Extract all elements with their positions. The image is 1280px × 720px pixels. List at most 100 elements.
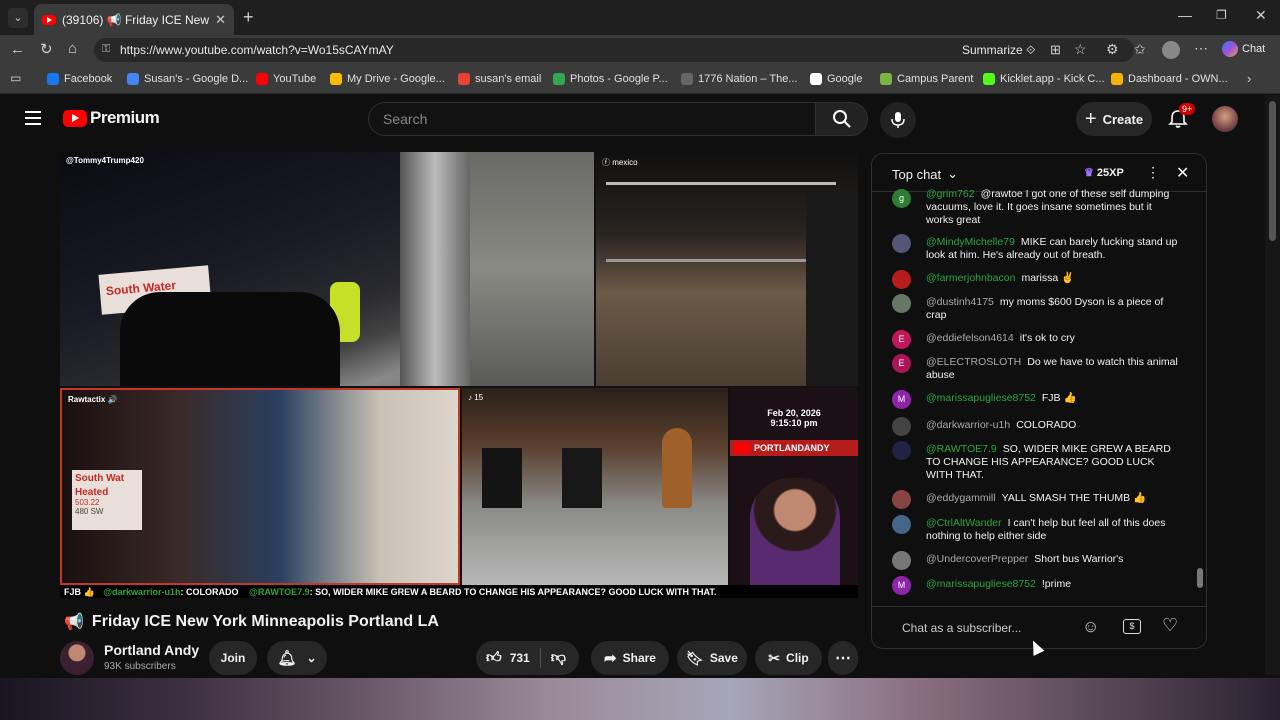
- minimize-icon[interactable]: —: [1178, 7, 1192, 23]
- reload-icon[interactable]: ↻: [40, 40, 53, 58]
- profile-avatar[interactable]: [1162, 41, 1180, 59]
- chat-author[interactable]: @eddiefelson4614: [926, 332, 1014, 344]
- avatar: M: [892, 576, 911, 595]
- overlay-datetime: Feb 20, 2026 9:15:10 pm: [767, 408, 821, 428]
- bookmark-6[interactable]: 1776 Nation – The...: [681, 73, 797, 85]
- apps-icon[interactable]: ⊞: [1050, 42, 1061, 58]
- bystanders: [562, 448, 602, 508]
- chevron-down-icon: ⌄: [306, 651, 317, 665]
- video-panel-tiktok: ♪ 15: [462, 388, 728, 585]
- bookmark-7[interactable]: Google: [810, 73, 862, 85]
- blurred-pole: [400, 152, 470, 386]
- chat-author[interactable]: @eddygammill: [926, 492, 996, 504]
- page-scrollbar[interactable]: [1265, 95, 1280, 675]
- xp-badge[interactable]: ♛ 25XP: [1084, 166, 1124, 180]
- avatar: [892, 270, 911, 289]
- site-info-icon[interactable]: ⚿: [102, 43, 110, 56]
- chat-text: COLORADO: [1016, 419, 1077, 431]
- home-icon[interactable]: ⌂: [68, 40, 77, 57]
- desktop-wallpaper: [0, 678, 1280, 720]
- channel-name[interactable]: Portland Andy: [104, 642, 199, 658]
- tab-youtube[interactable]: (39106) 📢 Friday ICE New Yo ✕: [34, 4, 234, 35]
- microphone-icon: [891, 112, 905, 128]
- hamburger-menu-icon[interactable]: [25, 111, 41, 125]
- dislike-button[interactable]: 👎︎: [551, 649, 566, 667]
- bookmark-favicon-icon: [330, 73, 342, 85]
- tab-list-icon[interactable]: ⌄: [8, 8, 28, 28]
- page-scroll-thumb[interactable]: [1269, 101, 1276, 241]
- account-avatar[interactable]: [1212, 106, 1238, 132]
- save-button[interactable]: 🔖︎ Save: [677, 641, 747, 675]
- bookmark-9[interactable]: Kicklet.app - Kick C...: [983, 73, 1105, 85]
- clip-button[interactable]: ✂ Clip: [755, 641, 822, 675]
- bookmark-favicon-icon: [880, 73, 892, 85]
- close-tab-icon[interactable]: ✕: [215, 12, 226, 28]
- more-menu-icon[interactable]: ⋯: [1194, 40, 1208, 57]
- search-button[interactable]: [816, 102, 868, 136]
- youtube-logo[interactable]: Premium: [63, 108, 160, 128]
- favorite-star-icon[interactable]: ☆: [1074, 41, 1087, 58]
- chat-author[interactable]: @MindyMichelle79: [926, 236, 1015, 248]
- bookmark-2[interactable]: YouTube: [256, 73, 316, 85]
- maximize-icon[interactable]: ❐: [1216, 8, 1227, 22]
- join-button[interactable]: Join: [209, 641, 257, 675]
- chat-author[interactable]: @marissapugliese8752: [926, 392, 1036, 404]
- chat-text: FJB 👍: [1041, 392, 1077, 404]
- audio-icon: 🔊: [107, 395, 118, 404]
- bookmark-3[interactable]: My Drive - Google...: [330, 73, 445, 85]
- like-button[interactable]: 👍︎ 731: [486, 649, 530, 667]
- bookmark-favicon-icon: [458, 73, 470, 85]
- bookmark-1[interactable]: Susan's - Google D...: [127, 73, 248, 85]
- heart-icon[interactable]: ♡: [1162, 615, 1178, 636]
- summarize-button[interactable]: Summarize ⟐: [962, 43, 1035, 58]
- chat-author[interactable]: @marissapugliese8752: [926, 578, 1036, 590]
- copilot-chat-button[interactable]: Chat: [1222, 41, 1265, 57]
- channel-avatar[interactable]: [60, 641, 94, 675]
- bookmark-8[interactable]: Campus Parent: [880, 73, 973, 85]
- chat-author[interactable]: @dustinh4175: [926, 296, 994, 308]
- close-chat-icon[interactable]: ✕: [1176, 163, 1189, 183]
- bookmark-favicon-icon: [1111, 73, 1123, 85]
- chat-author[interactable]: @CtrlAltWander: [926, 517, 1002, 529]
- collections-icon[interactable]: ▭: [10, 71, 21, 85]
- favorites-icon[interactable]: ✩: [1134, 41, 1146, 58]
- chat-menu-icon[interactable]: ⋮: [1146, 164, 1160, 181]
- more-actions-button[interactable]: ⋯: [828, 641, 858, 675]
- notifications-button[interactable]: 9+: [1168, 103, 1196, 131]
- chat-author[interactable]: @UndercoverPrepper: [926, 553, 1028, 565]
- subscription-bell-button[interactable]: 🔔︎ ⌄: [267, 641, 327, 675]
- chat-author[interactable]: @farmerjohnbacon: [926, 272, 1015, 284]
- bookmark-10[interactable]: Dashboard - OWN...: [1111, 73, 1228, 85]
- chat-author[interactable]: @ELECTROSLOTH: [926, 356, 1021, 368]
- avatar: [892, 515, 911, 534]
- video-panel-mexico: ⓕ mexico: [596, 152, 858, 386]
- voice-search-button[interactable]: [880, 102, 916, 138]
- bookmark-4[interactable]: susan's email: [458, 73, 541, 85]
- top-chat-dropdown[interactable]: Top chat ⌄: [892, 166, 958, 182]
- back-icon[interactable]: ←: [10, 41, 25, 58]
- video-player[interactable]: South Water @Tommy4Trump420 ⓕ mexico Sou…: [60, 152, 858, 598]
- notification-count-badge: 9+: [1179, 103, 1196, 115]
- close-window-icon[interactable]: ✕: [1255, 7, 1267, 24]
- chat-author[interactable]: @grim762: [926, 188, 975, 200]
- chat-text: it's ok to cry: [1019, 332, 1075, 344]
- create-button[interactable]: + Create: [1076, 102, 1152, 136]
- search-input[interactable]: Search: [368, 102, 816, 136]
- chat-scrollbar[interactable]: [1196, 196, 1204, 600]
- chat-author[interactable]: @darkwarrior-u1h: [926, 419, 1010, 431]
- share-button[interactable]: ➦ Share: [591, 641, 669, 675]
- chat-scroll-thumb[interactable]: [1197, 568, 1203, 588]
- chat-ticker: FJB 👍 @darkwarrior-u1h: COLORADO @RAWTOE…: [60, 585, 858, 598]
- extension-icon[interactable]: ⚙: [1106, 41, 1119, 58]
- browser-tab-bar: ⌄ (39106) 📢 Friday ICE New Yo ✕ + — ❐ ✕: [0, 0, 1280, 35]
- super-chat-icon[interactable]: $: [1123, 619, 1141, 634]
- chat-text: marissa ✌️: [1021, 272, 1075, 284]
- bookmark-5[interactable]: Photos - Google P...: [553, 73, 668, 85]
- chat-input[interactable]: Chat as a subscriber...: [902, 621, 1021, 635]
- bookmarks-more-icon[interactable]: ›: [1247, 71, 1251, 86]
- emoji-icon[interactable]: ☺: [1082, 617, 1099, 637]
- bookmark-0[interactable]: Facebook: [47, 73, 112, 85]
- new-tab-icon[interactable]: +: [243, 7, 254, 28]
- chat-author[interactable]: @RAWTOE7.9: [926, 443, 997, 455]
- streamer-cam-panel: Feb 20, 2026 9:15:10 pm PORTLANDANDY: [730, 388, 858, 585]
